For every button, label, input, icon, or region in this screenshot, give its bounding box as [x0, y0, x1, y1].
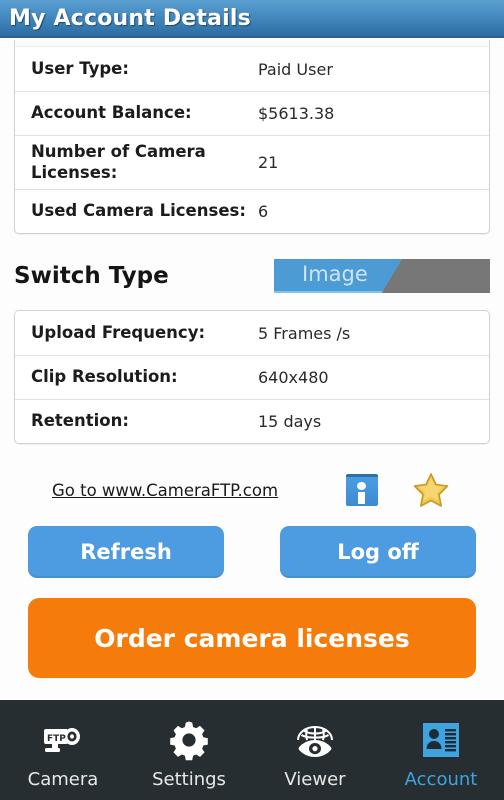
table-row: Clip Resolution: 640x480 [15, 355, 489, 399]
switch-type-toggle[interactable]: Image [274, 259, 490, 294]
globe-eye-icon [292, 717, 338, 763]
camera-ftp-website-link[interactable]: Go to www.CameraFTP.com [52, 481, 278, 500]
star-icon[interactable] [412, 471, 450, 509]
nav-label-account: Account [404, 768, 478, 790]
link-and-icons-row: Go to www.CameraFTP.com [14, 470, 490, 510]
row-value: 15 days [258, 412, 322, 432]
nav-item-account[interactable]: Account [378, 700, 504, 800]
nav-item-viewer[interactable]: Viewer [252, 700, 378, 800]
row-value: Paid User [258, 59, 333, 79]
nav-label-camera: Camera [27, 768, 99, 790]
row-value: 640x480 [258, 368, 329, 388]
log-off-button[interactable]: Log off [280, 526, 476, 579]
table-row: Retention: 15 days [15, 399, 489, 443]
table-row: Used Camera Licenses: 6 [15, 189, 489, 233]
action-button-row: Refresh Log off [28, 526, 476, 579]
nav-label-viewer: Viewer [284, 768, 346, 790]
toggle-selected-label: Image [302, 262, 368, 287]
row-value: 5 Frames /s [258, 323, 351, 343]
refresh-button[interactable]: Refresh [28, 526, 224, 579]
scroll-content[interactable]: User Type: Paid User Account Balance: $5… [0, 40, 504, 700]
nav-item-camera[interactable]: FTP Camera [0, 700, 126, 800]
page-title: My Account Details [9, 6, 251, 31]
row-label: Number of Camera Licenses: [31, 142, 206, 182]
nav-label-settings: Settings [152, 768, 226, 790]
info-icon-stem [358, 492, 366, 505]
ftp-camera-icon: FTP [40, 717, 86, 763]
row-label: Retention: [31, 411, 129, 431]
table-row: Number of Camera Licenses: 21 [15, 135, 489, 189]
account-details-table: User Type: Paid User Account Balance: $5… [14, 47, 490, 235]
switch-type-section: Switch Type Image [14, 256, 490, 296]
row-value: $5613.38 [258, 104, 335, 123]
svg-text:FTP: FTP [47, 734, 66, 744]
gear-icon [168, 717, 210, 763]
table-clipped-top-edge [14, 40, 490, 47]
row-label: Upload Frequency: [31, 322, 206, 342]
title-bar: My Account Details [0, 0, 504, 38]
row-label: Used Camera Licenses: [31, 201, 246, 221]
bottom-nav-bar: FTP Camera Settings Viewer Account [0, 700, 504, 800]
row-value: 21 [258, 153, 279, 173]
table-row: Upload Frequency: 5 Frames /s [15, 311, 489, 355]
order-camera-licenses-button[interactable]: Order camera licenses [28, 598, 476, 679]
table-row: User Type: Paid User [15, 47, 489, 91]
table-row: Account Balance: $5613.38 [15, 91, 489, 135]
info-icon[interactable] [346, 474, 379, 507]
info-icon-dot [357, 482, 367, 491]
row-label: Clip Resolution: [31, 367, 178, 387]
id-card-icon [420, 717, 462, 763]
nav-item-settings[interactable]: Settings [126, 700, 252, 800]
switch-type-label: Switch Type [14, 263, 169, 290]
app-screen: My Account Details User Type: Paid User … [0, 0, 504, 800]
row-value: 6 [258, 202, 269, 222]
row-label: Account Balance: [31, 103, 192, 123]
capture-settings-table: Upload Frequency: 5 Frames /s Clip Resol… [14, 310, 490, 445]
row-label: User Type: [31, 58, 129, 78]
